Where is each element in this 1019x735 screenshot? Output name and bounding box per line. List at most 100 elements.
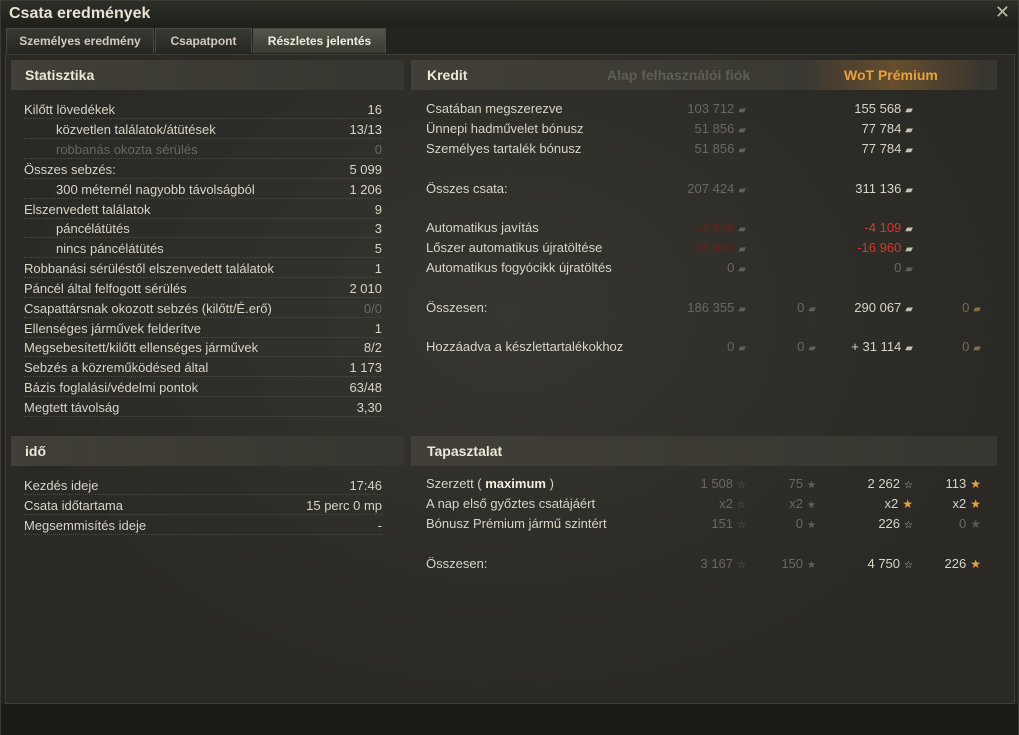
xp-premium-value: x2 xyxy=(884,496,899,511)
credit-basic-value: 51 856 xyxy=(694,141,735,156)
stat-label: Csapattársnak okozott sebzés (kilőtt/É.e… xyxy=(24,301,272,316)
stat-label: páncélátütés xyxy=(56,221,130,236)
xp-label: Bónusz Prémium jármű szintért xyxy=(426,516,607,531)
stat-label: Megsebesített/kilőtt ellenséges járművek xyxy=(24,340,259,355)
credit-icon: ▰ xyxy=(905,244,913,255)
credit-premium-cell: + 31 114 ▰ xyxy=(851,337,913,359)
credit-basic-value: 103 712 xyxy=(687,101,735,116)
credit-icon: ▰ xyxy=(738,105,746,116)
credit-icon: ▰ xyxy=(738,224,746,235)
stat-label: Sebzés a közreműködésed által xyxy=(24,360,209,375)
xp-label: Szerzett xyxy=(426,476,474,491)
credit-premium-value: + 31 114 xyxy=(851,339,902,354)
stat-value: 0/0 xyxy=(363,301,382,316)
credit-basic-value: 0 xyxy=(727,260,735,275)
stat-row: Megtett távolság 3,30 xyxy=(24,398,382,418)
stat-label: Kilőtt lövedékek xyxy=(24,102,116,117)
stat-value: 1 xyxy=(374,321,382,336)
credit-label: Hozzáadva a készlettartalékokhoz xyxy=(426,339,624,354)
tab-personal-results[interactable]: Személyes eredmény xyxy=(6,28,154,53)
stat-row: Robbanási sérüléstől elszenvedett talála… xyxy=(24,259,382,279)
credit-premium-value: 0 xyxy=(894,260,902,275)
stat-value: 1 206 xyxy=(349,182,382,197)
stat-row: Kilőtt lövedékek 16 xyxy=(24,100,382,120)
xp-label-wrap: Összesen: xyxy=(426,554,487,574)
credit-premium-value: 77 784 xyxy=(861,141,902,156)
gold-premium-cell: 0 ▰ xyxy=(962,337,981,359)
title-bar[interactable]: Csata eredmények ✕ xyxy=(1,1,1018,27)
close-icon[interactable]: ✕ xyxy=(995,2,1010,23)
xp-star-icon: ★ xyxy=(902,497,913,511)
stat-value: 0 xyxy=(374,142,382,157)
gold-premium-value: 0 xyxy=(962,339,970,354)
xp-star-icon: ☆ xyxy=(737,500,746,511)
detailed-report-panel: Statisztika Kilőtt lövedékek 16 közvetlen … xyxy=(5,54,1015,704)
credit-basic-cell: 0 ▰ xyxy=(727,258,746,280)
stat-label: Robbanási sérüléstől elszenvedett talála… xyxy=(24,261,275,276)
stat-label: Ellenséges járművek felderítve xyxy=(24,321,202,336)
stat-label: Páncél által felfogott sérülés xyxy=(24,281,187,296)
stat-value: 1 173 xyxy=(349,360,382,375)
xp-premium-cell: 226 ☆ xyxy=(878,514,913,536)
stat-row: Bázis foglalási/védelmi pontok 63/48 xyxy=(24,378,382,398)
credit-icon: ▰ xyxy=(738,304,746,315)
free-xp-star-icon: ★ xyxy=(807,560,816,571)
credit-premium-cell: 155 568 ▰ xyxy=(854,99,913,121)
free-xp-star-icon: ★ xyxy=(807,520,816,531)
xp-basic-value: x2 xyxy=(719,496,734,511)
stat-value: 5 099 xyxy=(349,162,382,177)
xp-header: Tapasztalat xyxy=(411,436,997,466)
stat-row: robbanás okozta sérülés 0 xyxy=(24,140,382,160)
credit-premium-cell: 290 067 ▰ xyxy=(854,298,913,320)
stat-row: közvetlen találatok/átütések 13/13 xyxy=(24,120,382,140)
free-xp-premium-cell: x2 ★ xyxy=(953,494,982,514)
stat-label: Bázis foglalási/védelmi pontok xyxy=(24,380,199,395)
free-xp-basic-value: x2 xyxy=(789,496,804,511)
basic-account-header: Alap felhasználói fiók xyxy=(607,67,751,83)
stat-value: 63/48 xyxy=(349,380,382,395)
credit-premium-cell: 77 784 ▰ xyxy=(862,119,913,141)
tab-detailed-report[interactable]: Részletes jelentés xyxy=(253,28,386,53)
free-xp-star-icon: ★ xyxy=(970,477,981,491)
stat-row: Összes sebzés: 5 099 xyxy=(24,160,382,180)
credit-basic-value: 51 856 xyxy=(694,121,735,136)
credit-icon: ▰ xyxy=(738,145,746,156)
free-xp-premium-value: 226 xyxy=(944,556,967,571)
free-xp-premium-value: x2 xyxy=(952,496,967,511)
xp-row: Szerzett ( maximum ) 1 508 ☆ 75 ★ 2 262 ☆ 113 ★ xyxy=(426,474,986,494)
xp-row: Összesen: 3 167 ☆ 150 ★ 4 750 ☆ 226 ★ xyxy=(426,554,986,574)
credit-icon: ▰ xyxy=(905,105,913,116)
stat-row: 300 méternél nagyobb távolságból 1 206 xyxy=(24,180,382,200)
free-xp-basic-value: 150 xyxy=(781,556,804,571)
credit-label: Automatikus javítás xyxy=(426,220,539,235)
credit-label: Összesen: xyxy=(426,300,488,315)
free-xp-premium-cell: 226 ★ xyxy=(945,554,981,574)
gold-basic-cell: 0 ▰ xyxy=(797,337,816,359)
credit-premium-cell: 0 ▰ xyxy=(894,258,913,280)
free-xp-basic-cell: 150 ★ xyxy=(781,554,816,576)
xp-label-wrap: Bónusz Prémium jármű szintért xyxy=(426,514,607,534)
credit-icon: ▰ xyxy=(738,244,746,255)
credit-premium-cell: 77 784 ▰ xyxy=(862,139,913,161)
xp-label-bold: maximum xyxy=(485,476,546,491)
gold-premium-cell: 0 ▰ xyxy=(962,298,981,320)
xp-basic-cell: 3 167 ☆ xyxy=(700,554,746,576)
stat-label: Összes sebzés: xyxy=(24,162,116,177)
tab-team-score[interactable]: Csapatpont xyxy=(155,28,252,53)
credit-icon: ▰ xyxy=(738,125,746,136)
stat-value: 13/13 xyxy=(349,122,382,137)
credit-premium-cell: -4 109 ▰ xyxy=(864,218,913,240)
free-xp-basic-cell: 75 ★ xyxy=(789,474,816,496)
gold-icon: ▰ xyxy=(808,343,816,354)
premium-account-header: WoT Prémium xyxy=(844,67,938,83)
credit-row: Hozzáadva a készlettartalékokhoz 0 ▰ + 31 1… xyxy=(426,337,986,357)
credit-basic-value: 207 424 xyxy=(687,181,735,196)
gold-basic-value: 0 xyxy=(797,339,805,354)
stat-value: 3 xyxy=(374,221,382,236)
xp-star-icon: ☆ xyxy=(904,560,913,571)
credit-premium-value: 155 568 xyxy=(854,101,902,116)
xp-row: A nap első győztes csatájáért x2 ☆ x2 ★ x2 ★ x2… xyxy=(426,494,986,514)
credit-basic-cell: 207 424 ▰ xyxy=(687,179,746,201)
time-value: 17:46 xyxy=(349,478,382,493)
credit-icon: ▰ xyxy=(905,224,913,235)
